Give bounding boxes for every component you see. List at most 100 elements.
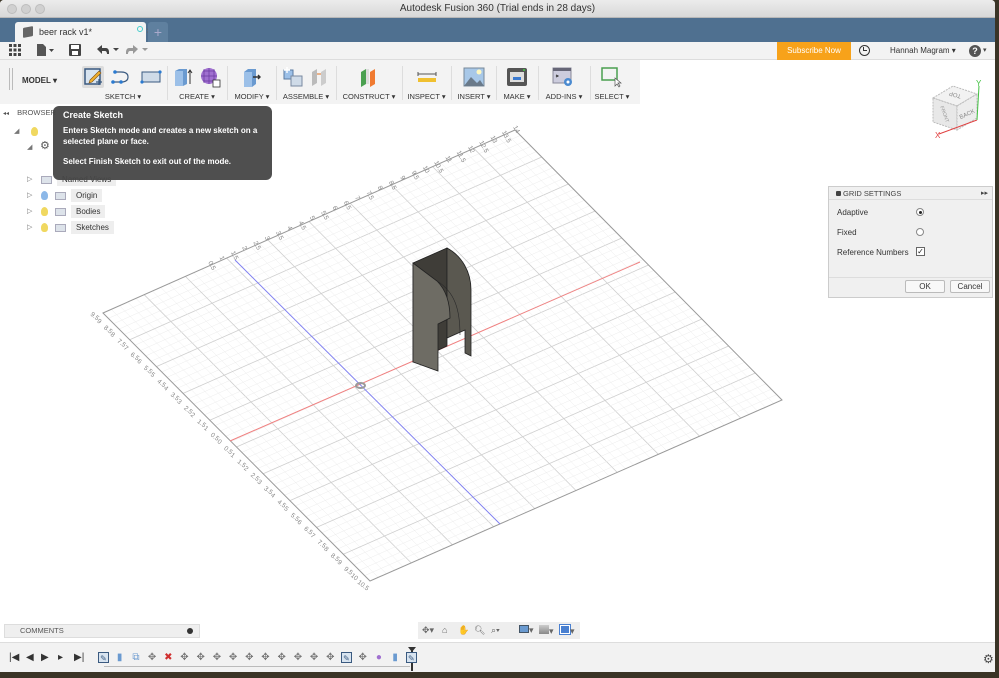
scripts-addins-icon[interactable] — [552, 66, 574, 88]
joint-icon[interactable] — [309, 66, 331, 88]
help-dropdown-caret[interactable]: ▾ — [983, 42, 987, 60]
extrude-icon[interactable] — [172, 66, 194, 88]
form-icon[interactable] — [199, 66, 221, 88]
timeline-sketch-feature[interactable]: ✎ — [405, 652, 417, 663]
timeline-extrude-feature[interactable]: ▮ — [390, 652, 401, 663]
help-icon[interactable]: ? — [969, 45, 981, 57]
visibility-bulb-icon[interactable] — [31, 127, 38, 136]
insert-menu[interactable]: INSERT ▾ — [452, 92, 496, 101]
timeline-move-feature[interactable]: ✥ — [325, 652, 336, 663]
timeline-move-feature[interactable]: ✥ — [147, 652, 158, 663]
3d-print-icon[interactable] — [506, 66, 528, 88]
look-at-icon[interactable]: ⌂ — [442, 625, 447, 636]
collapse-browser-icon[interactable]: ◂◂ — [3, 111, 9, 117]
tree-root[interactable]: ◢ — [14, 125, 54, 138]
document-tab[interactable]: beer rack v1* × — [15, 22, 152, 42]
cancel-button[interactable]: Cancel — [950, 280, 990, 293]
ok-button[interactable]: OK — [905, 280, 945, 293]
orbit-icon[interactable]: ✥▾ — [422, 625, 434, 636]
tree-item-bodies[interactable]: ▷ Bodies — [27, 205, 117, 218]
offset-plane-icon[interactable] — [358, 66, 380, 88]
visibility-bulb-icon[interactable] — [41, 223, 48, 232]
create-sketch-icon[interactable] — [82, 66, 104, 88]
timeline-move-feature[interactable]: ✥ — [179, 652, 190, 663]
timeline-extrude-feature[interactable]: ▮ — [114, 652, 125, 663]
expand-triangle-icon[interactable]: ◢ — [27, 141, 32, 154]
subscribe-now-button[interactable]: Subscribe Now — [777, 42, 851, 60]
select-icon[interactable] — [601, 66, 623, 88]
step-forward-button[interactable]: ▸ — [58, 652, 63, 664]
timeline-sketch-feature[interactable]: ✎ — [98, 652, 109, 663]
grid-settings-header[interactable]: GRID SETTINGS ▸▸ — [829, 187, 992, 200]
expand-triangle-icon[interactable]: ◢ — [14, 125, 19, 138]
step-back-button[interactable]: ◀ — [26, 652, 34, 664]
visibility-bulb-icon[interactable] — [41, 207, 48, 216]
tree-item-origin[interactable]: ▷ Origin — [27, 189, 117, 202]
new-component-icon[interactable] — [282, 66, 304, 88]
file-menu-icon[interactable] — [36, 44, 54, 60]
expand-triangle-icon[interactable]: ▷ — [27, 205, 32, 218]
origin-point[interactable] — [355, 382, 366, 389]
timeline-move-feature[interactable]: ✥ — [244, 652, 255, 663]
expand-triangle-icon[interactable]: ▷ — [27, 189, 32, 202]
undo-icon[interactable] — [96, 44, 120, 60]
add-ins-menu[interactable]: ADD-INS ▾ — [539, 92, 589, 101]
visibility-bulb-icon[interactable] — [41, 191, 48, 200]
rectangle-icon[interactable] — [140, 66, 162, 88]
select-menu[interactable]: SELECT ▾ — [591, 92, 633, 101]
job-status-clock-icon[interactable] — [859, 45, 870, 56]
expand-triangle-icon[interactable]: ▷ — [27, 221, 32, 234]
body-model[interactable] — [0, 104, 995, 642]
modify-menu[interactable]: MODIFY ▾ — [228, 92, 276, 101]
timeline-mirror-feature[interactable]: ⧉ — [130, 652, 141, 663]
construct-menu[interactable]: CONSTRUCT ▾ — [337, 92, 401, 101]
3d-canvas[interactable]: 0.5 1 1.5 2 2.5 3 3.5 4 4.5 5 5.5 6 6.5 7 7.5 8 8.5 9 9.5 1… — [0, 104, 995, 642]
measure-icon[interactable] — [416, 66, 438, 88]
timeline-move-feature[interactable]: ✥ — [276, 652, 287, 663]
save-icon[interactable] — [69, 44, 81, 60]
assemble-menu[interactable]: ASSEMBLE ▾ — [277, 92, 335, 101]
toolbar-grip[interactable] — [9, 68, 13, 90]
view-cube[interactable]: TOP FRONT BACK X Y — [925, 78, 985, 140]
add-comment-icon[interactable] — [187, 628, 193, 634]
make-menu[interactable]: MAKE ▾ — [497, 92, 537, 101]
apps-grid-icon[interactable] — [9, 44, 21, 60]
timeline-move-feature[interactable]: ✥ — [211, 652, 222, 663]
timeline-form-feature[interactable]: ● — [373, 652, 384, 663]
expand-triangle-icon[interactable]: ▷ — [27, 173, 32, 186]
insert-image-icon[interactable] — [463, 66, 485, 88]
display-settings-icon[interactable]: ▾ — [519, 625, 534, 636]
adaptive-radio[interactable] — [916, 208, 924, 216]
go-to-start-button[interactable]: |◀ — [9, 652, 19, 664]
expand-panel-icon[interactable]: ▸▸ — [981, 187, 988, 200]
timeline-delete-combine-feature[interactable]: ✖ — [163, 652, 174, 663]
zoom-window-icon[interactable]: ⌕▾ — [491, 625, 500, 636]
timeline-settings-gear-icon[interactable]: ⚙ — [983, 652, 994, 666]
redo-icon[interactable] — [125, 44, 149, 60]
workspace-switcher[interactable]: MODEL ▾ — [22, 76, 57, 85]
timeline-move-feature[interactable]: ✥ — [195, 652, 206, 663]
zoom-icon[interactable]: 🔍︎ — [474, 625, 485, 636]
timeline-move-feature[interactable]: ✥ — [309, 652, 320, 663]
viewports-icon[interactable]: ▾ — [559, 624, 575, 637]
create-menu[interactable]: CREATE ▾ — [168, 92, 226, 101]
timeline-sketch-feature[interactable]: ✎ — [341, 652, 352, 663]
pan-icon[interactable]: ✋ — [458, 625, 469, 636]
press-pull-icon[interactable] — [241, 66, 263, 88]
inspect-menu[interactable]: INSPECT ▾ — [403, 92, 450, 101]
play-button[interactable]: ▶ — [41, 652, 49, 664]
timeline-move-feature[interactable]: ✥ — [357, 652, 368, 663]
fixed-radio[interactable] — [916, 228, 924, 236]
user-account-menu[interactable]: Hannah Magram ▾ — [890, 42, 956, 60]
timeline-move-feature[interactable]: ✥ — [292, 652, 303, 663]
new-tab-button[interactable]: + — [148, 22, 168, 42]
timeline-move-feature[interactable]: ✥ — [228, 652, 239, 663]
zoom-window-button[interactable] — [35, 4, 45, 14]
go-to-end-button[interactable]: ▶| — [74, 652, 84, 664]
reference-numbers-checkbox[interactable]: ✓ — [916, 247, 925, 256]
visual-style-icon[interactable]: ▾ — [539, 625, 554, 637]
spline-icon[interactable] — [110, 66, 132, 88]
close-window-button[interactable] — [7, 4, 17, 14]
timeline-move-feature[interactable]: ✥ — [260, 652, 271, 663]
tree-item-sketches[interactable]: ▷ Sketches — [27, 221, 117, 234]
